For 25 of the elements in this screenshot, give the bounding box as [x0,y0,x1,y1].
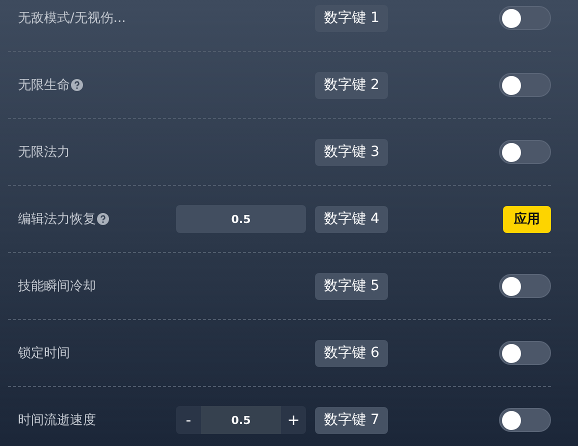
toggle-switch[interactable] [499,274,551,298]
hotkey-chip[interactable]: 数字键 1 [315,4,388,32]
hotkey-chip[interactable]: 数字键 5 [315,272,388,300]
option-label: 编辑法力恢复 [18,211,96,228]
option-label: 无限生命 [18,77,70,94]
hotkey-chip[interactable]: 数字键 2 [315,72,388,98]
value-field[interactable]: 0.5 [201,406,281,434]
option-label: 锁定时间 [18,345,70,362]
hotkey-chip[interactable]: 数字键 3 [315,138,388,166]
toggle-switch[interactable] [499,408,551,432]
value-field[interactable]: 0.5 [176,205,306,233]
toggle-switch[interactable] [499,341,551,365]
option-label: 无限法力 [18,144,70,161]
hotkey-chip[interactable]: 数字键 7 [315,406,388,434]
apply-button[interactable]: 应用 [503,206,551,232]
option-label: 技能瞬间冷却 [18,278,96,295]
help-icon[interactable] [71,79,83,91]
help-icon[interactable] [97,213,109,225]
toggle-switch[interactable] [499,6,551,30]
toggle-switch[interactable] [499,140,551,164]
option-label: 时间流逝速度 [18,412,96,429]
toggle-switch[interactable] [499,73,551,97]
hotkey-chip[interactable]: 数字键 6 [315,340,388,366]
option-label: 无敌模式/无视伤... [18,10,126,27]
hotkey-chip[interactable]: 数字键 4 [315,206,388,232]
